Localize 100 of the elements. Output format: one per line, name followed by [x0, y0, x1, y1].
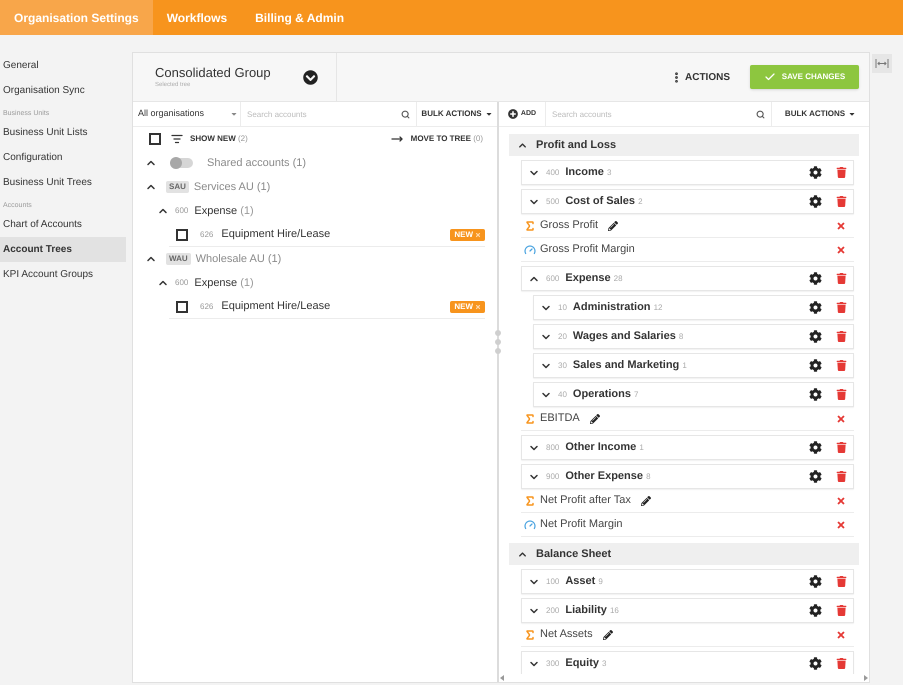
caret-down-icon — [230, 110, 238, 118]
checkbox[interactable] — [176, 228, 188, 240]
trash-icon[interactable] — [836, 576, 847, 587]
bulk-actions-button[interactable]: BULK ACTIONS — [772, 102, 869, 126]
caret-down-icon — [848, 110, 856, 118]
expand-width-icon[interactable] — [872, 54, 892, 73]
organisation-select[interactable]: All organisations — [133, 102, 241, 126]
account-row[interactable]: 20 Wages and Salaries 8 — [533, 324, 854, 349]
show-new-button[interactable]: SHOW NEW (2) — [190, 133, 248, 145]
filter-icon — [171, 133, 183, 145]
sidebar-item[interactable]: Organisation Sync — [0, 78, 126, 103]
gauge-icon — [524, 244, 536, 256]
account-row[interactable]: 300 Equity 3 — [521, 651, 854, 674]
account-number: 400 — [546, 166, 560, 178]
settings-icon[interactable] — [809, 441, 822, 454]
trash-icon[interactable] — [836, 658, 847, 669]
settings-icon[interactable] — [809, 359, 822, 372]
section-header[interactable]: Profit and Loss — [509, 134, 859, 156]
close-icon[interactable] — [836, 520, 846, 530]
account-number: 200 — [546, 604, 560, 616]
account-label: Equipment Hire/Lease — [221, 299, 330, 314]
category-label: Expense (1) — [194, 276, 254, 291]
bulk-actions-button[interactable]: BULK ACTIONS — [417, 102, 497, 126]
account-number: 600 — [175, 277, 188, 289]
move-to-tree-button[interactable]: MOVE TO TREE (0) — [410, 133, 483, 145]
account-row[interactable]: 400 Income 3 — [521, 160, 854, 185]
trash-icon[interactable] — [836, 273, 847, 284]
formula-label: Gross Profit Margin — [540, 242, 635, 258]
formula-label: Net Profit Margin — [540, 517, 623, 532]
account-number: 40 — [558, 388, 567, 400]
account-row[interactable]: 500 Cost of Sales 2 — [521, 189, 854, 214]
sidebar-item[interactable]: Business Unit Trees — [0, 170, 126, 195]
close-icon[interactable] — [836, 244, 846, 254]
org-label: Services AU (1) — [194, 180, 270, 195]
settings-icon[interactable] — [809, 301, 822, 314]
account-number: 626 — [200, 300, 214, 312]
settings-icon[interactable] — [809, 575, 822, 588]
trash-icon[interactable] — [836, 389, 847, 400]
settings-icon[interactable] — [809, 657, 822, 670]
close-icon[interactable] — [836, 220, 846, 230]
section-header[interactable]: Balance Sheet — [509, 543, 859, 565]
settings-icon[interactable] — [809, 330, 822, 343]
pencil-icon[interactable] — [602, 630, 613, 640]
account-row[interactable]: 800 Other Income 1 — [521, 435, 854, 460]
sidebar-item[interactable]: KPI Account Groups — [0, 262, 126, 287]
account-row[interactable]: 10 Administration 12 — [533, 295, 854, 320]
settings-icon[interactable] — [809, 272, 822, 285]
pencil-icon[interactable] — [608, 220, 618, 230]
resize-handle-icon[interactable] — [495, 329, 501, 355]
trash-icon[interactable] — [836, 471, 847, 482]
account-label: Sales and Marketing 1 — [572, 358, 687, 374]
search-icon — [756, 110, 765, 118]
close-icon[interactable] — [836, 496, 846, 506]
trash-icon[interactable] — [836, 442, 847, 453]
trash-icon[interactable] — [836, 605, 847, 616]
close-icon[interactable] — [836, 630, 846, 640]
search-field[interactable]: Search accounts — [247, 105, 401, 123]
actions-button[interactable]: ACTIONS — [670, 70, 730, 84]
trash-icon[interactable] — [836, 196, 847, 207]
trash-icon[interactable] — [836, 167, 847, 178]
account-row[interactable]: 900 Other Expense 8 — [521, 464, 854, 489]
sidebar-item[interactable]: Configuration — [0, 145, 126, 170]
close-icon[interactable] — [836, 414, 846, 424]
sigma-icon — [524, 412, 536, 424]
settings-icon[interactable] — [809, 604, 822, 617]
trash-icon[interactable] — [836, 302, 847, 313]
sigma-icon — [524, 494, 536, 506]
account-row[interactable]: 40 Operations 7 — [533, 382, 854, 407]
account-number: 30 — [558, 360, 567, 372]
formula-label: Gross Profit — [540, 218, 598, 234]
account-label: Operations 7 — [572, 387, 638, 402]
sigma-icon — [524, 628, 536, 640]
settings-icon[interactable] — [809, 166, 822, 179]
sidebar-item[interactable]: Account Trees — [0, 237, 126, 262]
settings-icon[interactable] — [809, 195, 822, 208]
pencil-icon[interactable] — [640, 496, 651, 506]
sidebar-item[interactable]: Business Unit Lists — [0, 120, 126, 145]
account-row[interactable]: 200 Liability 16 — [521, 598, 854, 623]
sigma-icon — [524, 220, 536, 232]
sidebar-item[interactable]: Chart of Accounts — [0, 212, 126, 237]
account-number: 900 — [546, 470, 560, 482]
account-row[interactable]: 30 Sales and Marketing 1 — [533, 353, 854, 378]
settings-icon[interactable] — [809, 470, 822, 483]
trash-icon[interactable] — [836, 360, 847, 371]
account-label: Liability 16 — [565, 603, 619, 618]
caret-down-icon — [484, 110, 493, 118]
toggle-switch[interactable] — [171, 158, 193, 168]
checkbox[interactable] — [176, 300, 188, 312]
account-row[interactable]: 600 Expense 28 — [521, 266, 854, 291]
dropdown-icon[interactable] — [303, 70, 318, 84]
account-row[interactable]: 100 Asset 9 — [521, 569, 854, 594]
trash-icon[interactable] — [836, 331, 847, 342]
account-label: Administration 12 — [572, 300, 662, 316]
settings-icon[interactable] — [809, 388, 822, 401]
search-icon — [401, 110, 410, 118]
account-number: 300 — [546, 658, 560, 670]
pencil-icon[interactable] — [590, 414, 600, 424]
search-field[interactable]: Search accounts — [552, 105, 756, 123]
sidebar-item[interactable]: General — [0, 53, 126, 78]
checkbox[interactable] — [149, 133, 161, 145]
